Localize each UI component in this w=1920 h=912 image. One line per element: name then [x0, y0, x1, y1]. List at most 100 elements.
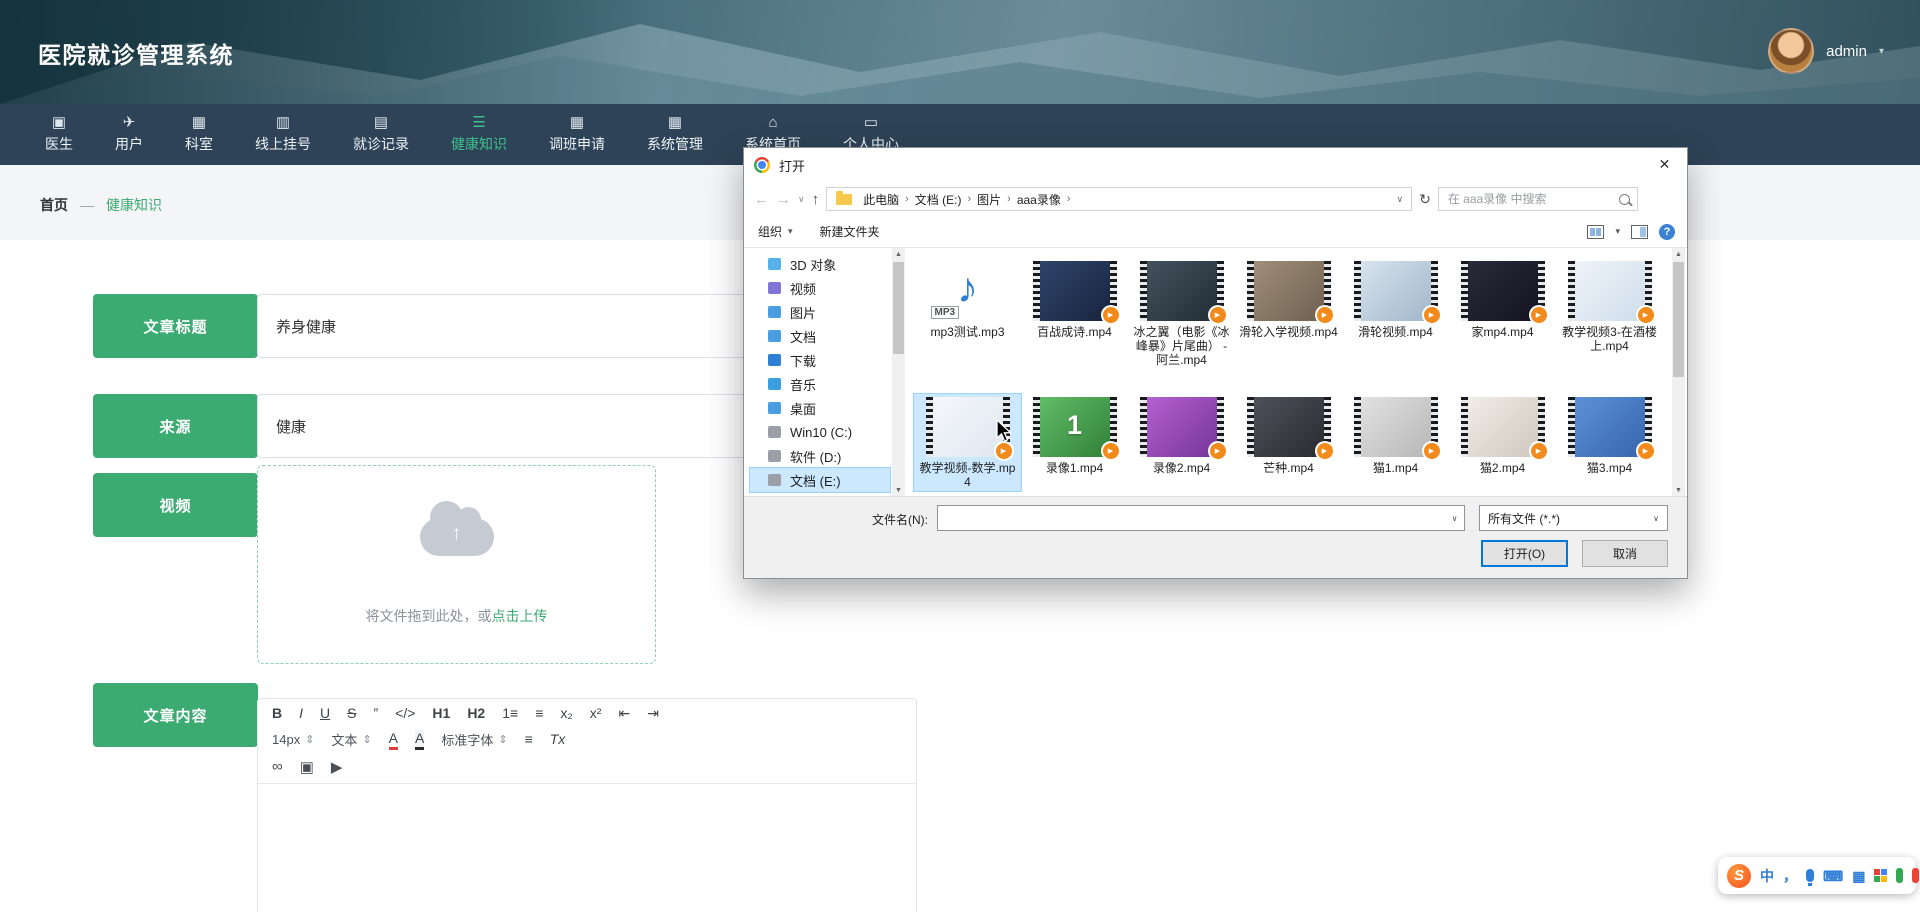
- file-item[interactable]: ▶ 教学视频3-在酒楼上.mp4: [1556, 258, 1663, 369]
- breadcrumb-home[interactable]: 首页: [40, 195, 68, 215]
- file-item[interactable]: ▶ 冰之翼（电影《冰峰暴》片尾曲） - 阿兰.mp4: [1128, 258, 1235, 369]
- nav-item-system-management[interactable]: ▦ 系统管理: [626, 104, 724, 165]
- scroll-up-icon[interactable]: ▲: [1672, 248, 1685, 261]
- refresh-icon[interactable]: ↻: [1419, 191, 1431, 208]
- nav-item-user[interactable]: ✈ 用户: [94, 104, 164, 165]
- microphone-icon[interactable]: [1806, 869, 1814, 882]
- address-crumb-this-pc[interactable]: 此电脑: [857, 191, 905, 208]
- sidebar-item-drive-e[interactable]: 文档 (E:): [750, 468, 890, 492]
- dialog-titlebar[interactable]: 打开 ✕: [744, 148, 1687, 182]
- nav-item-doctor[interactable]: ▣ 医生: [24, 104, 94, 165]
- scroll-up-icon[interactable]: ▲: [892, 248, 905, 261]
- nav-item-health-knowledge[interactable]: ☰ 健康知识: [430, 104, 528, 165]
- file-item[interactable]: 1 ▶ 录像1.mp4: [1021, 394, 1128, 491]
- sogou-logo-icon[interactable]: S: [1727, 864, 1751, 888]
- file-item-mp3[interactable]: ♪ MP3 mp3测试.mp3: [914, 258, 1021, 369]
- file-item[interactable]: ▶ 滑轮视频.mp4: [1342, 258, 1449, 369]
- file-item[interactable]: ▶ 猫3.mp4: [1556, 394, 1663, 491]
- align-button[interactable]: ≡: [525, 731, 533, 748]
- file-item[interactable]: ▶ 录像2.mp4: [1128, 394, 1235, 491]
- font-family-dropdown[interactable]: 标准字体 ⇕: [441, 730, 507, 749]
- file-item[interactable]: ▶ 猫1.mp4: [1342, 394, 1449, 491]
- sidebar-item-desktop[interactable]: 桌面: [750, 396, 890, 420]
- address-caret-icon[interactable]: ∨: [1397, 194, 1408, 205]
- history-caret-icon[interactable]: ∨: [798, 194, 805, 205]
- sidebar-item-music[interactable]: 音乐: [750, 372, 890, 396]
- clear-format-button[interactable]: Tx: [550, 731, 566, 748]
- sidebar-scrollbar[interactable]: ▲ ▼: [892, 248, 905, 497]
- sidebar-item-downloads[interactable]: 下载: [750, 348, 890, 372]
- user-menu[interactable]: admin ▾: [1768, 28, 1884, 74]
- cancel-button[interactable]: 取消: [1582, 540, 1668, 567]
- heading1-button[interactable]: H1: [432, 705, 450, 722]
- combo-caret-icon[interactable]: ∨: [1445, 506, 1464, 530]
- file-item[interactable]: ▶ 滑轮入学视频.mp4: [1235, 258, 1342, 369]
- preview-pane-icon[interactable]: [1631, 225, 1648, 239]
- italic-button[interactable]: I: [299, 705, 303, 722]
- paragraph-dropdown[interactable]: 文本 ⇕: [331, 730, 371, 749]
- sidebar-item-drive-c[interactable]: Win10 (C:): [750, 420, 890, 444]
- chinese-mode-icon[interactable]: 中: [1760, 869, 1774, 883]
- nav-item-shift-application[interactable]: ▦ 调班申请: [528, 104, 626, 165]
- video-upload-dropzone[interactable]: ↑ 将文件拖到此处，或点击上传: [257, 465, 656, 664]
- unordered-list-button[interactable]: ≡: [535, 705, 543, 722]
- subscript-button[interactable]: x₂: [560, 705, 572, 722]
- new-folder-button[interactable]: 新建文件夹: [820, 223, 880, 240]
- blockquote-button[interactable]: ”: [373, 705, 378, 722]
- back-icon[interactable]: ←: [754, 192, 769, 207]
- caret-down-icon[interactable]: ▾: [1615, 226, 1620, 237]
- filetype-select[interactable]: 所有文件 (*.*) ∨: [1479, 505, 1668, 531]
- toolbox-grid-icon[interactable]: ▦: [1852, 869, 1865, 883]
- file-item[interactable]: ▶ 芒种.mp4: [1235, 394, 1342, 491]
- indent-button[interactable]: ⇥: [647, 705, 659, 722]
- crumb-separator-icon[interactable]: ›: [1067, 193, 1071, 205]
- nav-item-department[interactable]: ▦ 科室: [164, 104, 234, 165]
- font-color-button[interactable]: A: [389, 730, 398, 750]
- strikethrough-button[interactable]: S: [347, 705, 356, 722]
- ordered-list-button[interactable]: 1≡: [502, 705, 518, 722]
- address-crumb-pictures[interactable]: 图片: [971, 191, 1007, 208]
- view-mode-icon[interactable]: [1587, 225, 1604, 239]
- search-input[interactable]: [1446, 191, 1614, 207]
- nav-item-online-registration[interactable]: ▥ 线上挂号: [234, 104, 332, 165]
- punctuation-icon[interactable]: ，: [1783, 869, 1797, 883]
- skin-icon[interactable]: [1896, 868, 1903, 883]
- filename-combobox[interactable]: ∨: [937, 505, 1465, 531]
- superscript-button[interactable]: x²: [590, 705, 602, 722]
- avatar[interactable]: [1768, 28, 1814, 74]
- organize-menu[interactable]: 组织 ▾: [758, 223, 793, 240]
- close-icon[interactable]: ✕: [1642, 148, 1687, 181]
- help-icon[interactable]: ?: [1659, 224, 1675, 240]
- underline-button[interactable]: U: [320, 705, 330, 722]
- file-item[interactable]: ▶ 家mp4.mp4: [1449, 258, 1556, 369]
- forward-icon[interactable]: →: [776, 192, 791, 207]
- video-icon[interactable]: ▶: [331, 758, 343, 776]
- outdent-button[interactable]: ⇤: [618, 705, 630, 722]
- up-icon[interactable]: ↑: [812, 192, 820, 207]
- sidebar-item-documents[interactable]: 文档: [750, 324, 890, 348]
- link-icon[interactable]: ∞: [272, 758, 283, 775]
- scrollbar-thumb[interactable]: [893, 262, 904, 354]
- bold-button[interactable]: B: [272, 705, 282, 722]
- scrollbar-thumb[interactable]: [1673, 262, 1684, 377]
- colorful-apps-icon[interactable]: [1874, 869, 1887, 882]
- notice-icon[interactable]: [1912, 868, 1919, 883]
- nav-item-visit-records[interactable]: ▤ 就诊记录: [332, 104, 430, 165]
- filename-input[interactable]: [938, 506, 1445, 530]
- code-view-button[interactable]: </>: [395, 705, 415, 722]
- address-crumb-drive-e[interactable]: 文档 (E:): [909, 191, 968, 208]
- sidebar-item-drive-d[interactable]: 软件 (D:): [750, 444, 890, 468]
- image-icon[interactable]: ▣: [300, 758, 314, 776]
- keyboard-icon[interactable]: ⌨: [1823, 869, 1843, 883]
- highlight-color-button[interactable]: A: [415, 730, 424, 750]
- file-item[interactable]: ▶ 百战成诗.mp4: [1021, 258, 1128, 369]
- search-box[interactable]: [1438, 187, 1638, 211]
- file-item[interactable]: ▶ 猫2.mp4: [1449, 394, 1556, 491]
- sidebar-item-videos[interactable]: 视频: [750, 276, 890, 300]
- file-list-scrollbar[interactable]: ▲ ▼: [1672, 248, 1685, 497]
- address-bar[interactable]: 此电脑 › 文档 (E:) › 图片 › aaa录像 › ∨: [826, 187, 1412, 211]
- sidebar-item-3d-objects[interactable]: 3D 对象: [750, 252, 890, 276]
- heading2-button[interactable]: H2: [467, 705, 485, 722]
- sidebar-item-pictures[interactable]: 图片: [750, 300, 890, 324]
- upload-click-link[interactable]: 点击上传: [492, 608, 548, 624]
